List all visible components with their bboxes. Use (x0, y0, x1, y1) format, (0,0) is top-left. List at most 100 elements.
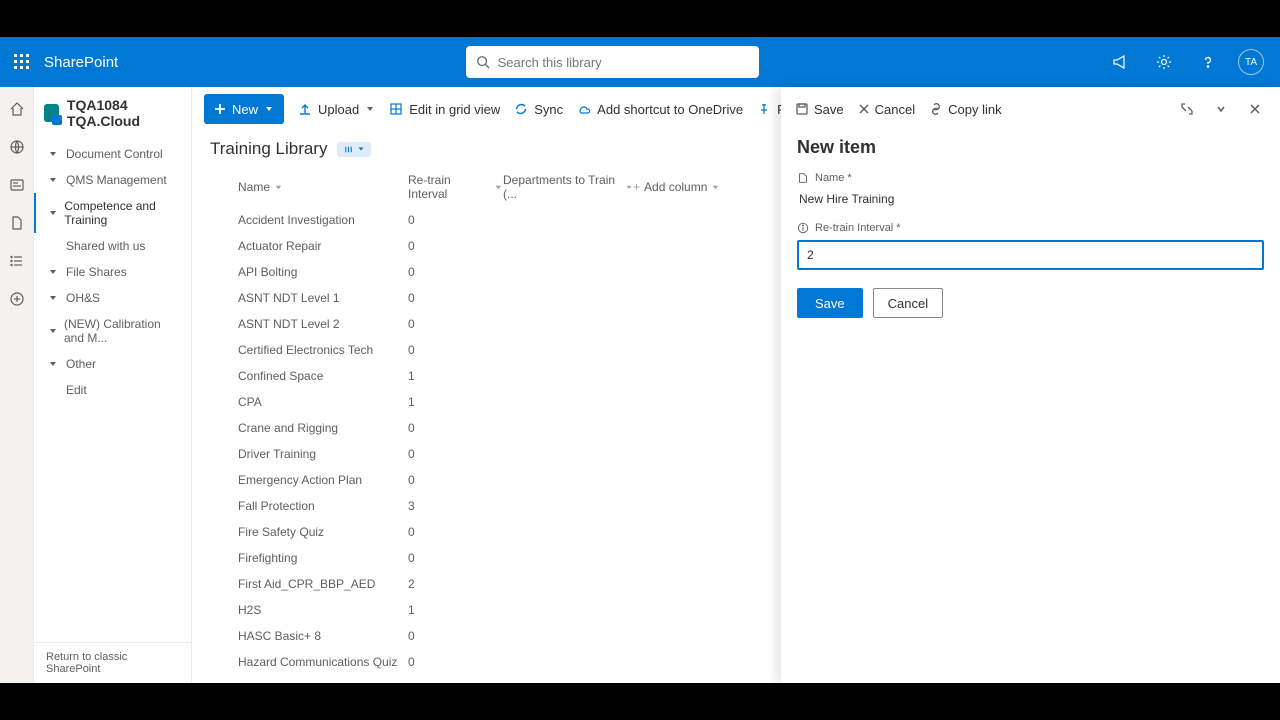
cell-name: Accident Investigation (220, 213, 408, 227)
nav-item-label: File Shares (66, 265, 127, 279)
app-launcher-icon[interactable] (8, 48, 36, 76)
nav-item-label: QMS Management (66, 173, 167, 187)
help-icon[interactable] (1194, 48, 1222, 76)
cell-retrain: 0 (408, 551, 503, 565)
add-shortcut-label: Add shortcut to OneDrive (597, 102, 743, 117)
news-icon[interactable] (7, 175, 27, 195)
cell-retrain: 0 (408, 525, 503, 539)
cell-retrain: 2 (408, 577, 503, 591)
view-selector[interactable] (337, 142, 371, 157)
cell-name: First Aid_CPR_BBP_AED (220, 577, 408, 591)
nav-item-6[interactable]: (NEW) Calibration and M... (34, 311, 191, 351)
list-title: Training Library (210, 139, 327, 159)
cell-name: Emergency Action Plan (220, 473, 408, 487)
cell-name: Firefighting (220, 551, 408, 565)
chevron-down-icon (48, 359, 60, 369)
create-icon[interactable] (7, 289, 27, 309)
cell-retrain: 0 (408, 213, 503, 227)
nav-item-8[interactable]: Edit (34, 377, 191, 403)
field-retrain-label: Re-train Interval * (815, 222, 901, 234)
add-shortcut-button[interactable]: Add shortcut to OneDrive (577, 102, 743, 117)
cell-name: CPA (220, 395, 408, 409)
nav-item-label: Edit (66, 383, 87, 397)
edit-grid-button[interactable]: Edit in grid view (389, 102, 500, 117)
cell-name: Fall Protection (220, 499, 408, 513)
column-departments[interactable]: Departments to Train (... (503, 173, 633, 201)
cell-retrain: 1 (408, 603, 503, 617)
chevron-down-icon[interactable] (1210, 98, 1232, 120)
cell-retrain: 1 (408, 395, 503, 409)
app-name[interactable]: SharePoint (44, 54, 118, 71)
expand-icon[interactable] (1176, 98, 1198, 120)
cell-retrain: 0 (408, 473, 503, 487)
add-column-button[interactable]: + Add column (633, 173, 720, 201)
home-icon[interactable] (7, 99, 27, 119)
cell-name: HASC Basic+ 8 (220, 629, 408, 643)
lists-icon[interactable] (7, 251, 27, 271)
cell-retrain: 3 (408, 499, 503, 513)
cell-name: Driver Training (220, 447, 408, 461)
upload-label: Upload (318, 102, 359, 117)
nav-item-4[interactable]: File Shares (34, 259, 191, 285)
document-icon (797, 172, 809, 184)
nav-item-3[interactable]: Shared with us (34, 233, 191, 259)
new-button[interactable]: New (204, 94, 284, 124)
chevron-down-icon (48, 326, 58, 336)
column-retrain[interactable]: Re-train Interval (408, 173, 503, 201)
cell-retrain: 0 (408, 655, 503, 669)
cell-name: Hazard Communications Quiz (220, 655, 408, 669)
cell-name: API Bolting (220, 265, 408, 279)
panel-save-cmd[interactable]: Save (795, 102, 844, 117)
new-item-panel: Save Cancel Copy link (781, 87, 1280, 683)
save-button[interactable]: Save (797, 288, 863, 318)
cancel-button[interactable]: Cancel (873, 288, 943, 318)
panel-cancel-cmd[interactable]: Cancel (858, 102, 915, 117)
nav-item-1[interactable]: QMS Management (34, 167, 191, 193)
cell-retrain: 0 (408, 343, 503, 357)
nav-item-label: Shared with us (66, 239, 145, 253)
nav-item-label: Document Control (66, 147, 163, 161)
upload-button[interactable]: Upload (298, 102, 375, 117)
files-icon[interactable] (7, 213, 27, 233)
sync-button[interactable]: Sync (514, 102, 563, 117)
nav-item-label: Other (66, 357, 96, 371)
field-name-value[interactable]: New Hire Training (797, 190, 1264, 210)
nav-item-label: Competence and Training (64, 199, 183, 227)
return-classic-link[interactable]: Return to classic SharePoint (34, 642, 191, 683)
cell-name: H2S (220, 603, 408, 617)
cell-retrain: 0 (408, 629, 503, 643)
field-name-label: Name * (815, 172, 852, 184)
app-rail (0, 87, 34, 683)
panel-toolbar: Save Cancel Copy link (781, 87, 1280, 131)
nav-item-label: (NEW) Calibration and M... (64, 317, 183, 345)
nav-item-7[interactable]: Other (34, 351, 191, 377)
avatar[interactable]: TA (1238, 49, 1264, 75)
site-title[interactable]: TQA1084 TQA.Cloud (67, 97, 181, 129)
gear-icon[interactable] (1150, 48, 1178, 76)
cell-name: Fire Safety Quiz (220, 525, 408, 539)
retrain-input[interactable] (797, 240, 1264, 270)
search-box[interactable] (466, 46, 759, 78)
cell-name: Certified Electronics Tech (220, 343, 408, 357)
left-nav: TQA1084 TQA.Cloud Document Control QMS Ma… (34, 87, 192, 683)
cell-name: Crane and Rigging (220, 421, 408, 435)
cell-retrain: 0 (408, 239, 503, 253)
search-input[interactable] (498, 55, 749, 70)
nav-item-5[interactable]: OH&S (34, 285, 191, 311)
info-icon (797, 222, 809, 234)
nav-item-0[interactable]: Document Control (34, 141, 191, 167)
new-button-label: New (232, 102, 258, 117)
cell-name: Actuator Repair (220, 239, 408, 253)
globe-icon[interactable] (7, 137, 27, 157)
cell-retrain: 0 (408, 317, 503, 331)
panel-copylink-cmd[interactable]: Copy link (929, 102, 1001, 117)
chevron-down-icon (48, 175, 60, 185)
edit-grid-label: Edit in grid view (409, 102, 500, 117)
nav-item-2[interactable]: Competence and Training (34, 193, 191, 233)
panel-title: New item (781, 131, 1280, 172)
column-name[interactable]: Name (220, 173, 408, 201)
cell-retrain: 0 (408, 447, 503, 461)
megaphone-icon[interactable] (1106, 48, 1134, 76)
field-retrain: Re-train Interval * (797, 222, 1264, 270)
close-icon[interactable] (1244, 98, 1266, 120)
